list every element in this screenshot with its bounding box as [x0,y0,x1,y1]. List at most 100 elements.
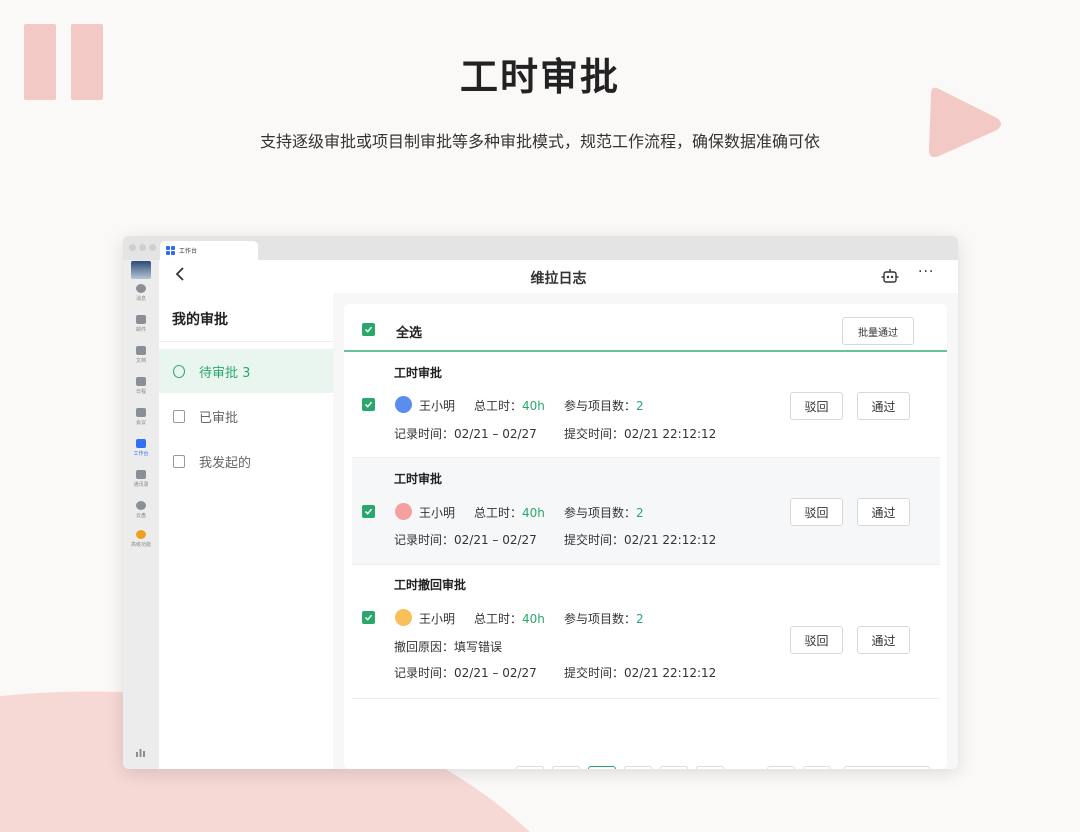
select-all-checkbox[interactable] [362,323,375,336]
pagination-prev[interactable] [516,766,544,769]
rail-item-premium[interactable]: 高级功能 [123,530,159,548]
chat-icon [136,284,146,293]
record-time: 记录时间：02/21 – 02/27 [394,427,537,441]
approval-card: 工时审批 王小明 总工时：40h 参与项目数：2 记录时间：02/21 – 02… [352,352,940,458]
stats-icon[interactable] [136,748,145,757]
submit-time: 提交时间：02/21 22:12:12 [564,666,717,680]
premium-icon [136,530,146,539]
rail-label: 消息 [135,296,146,302]
batch-approve-button[interactable]: 批量通过 [842,317,914,345]
pagination-size[interactable] [803,766,831,769]
rail-label: 工作台 [133,451,149,457]
approve-button[interactable]: 通过 [857,392,910,420]
check-icon [364,508,373,515]
tab-label: 工作台 [179,248,198,255]
window-titlebar: 工作台 [123,236,958,260]
rail-label: 文档 [135,358,146,364]
applicant-name: 王小明 [419,399,456,413]
submit-time: 提交时间：02/21 22:12:12 [564,427,717,441]
avatar [395,503,412,520]
avatar [395,396,412,413]
reject-button[interactable]: 驳回 [790,498,843,526]
doc-send-icon [173,454,185,468]
grid-icon [166,246,175,255]
page-title: 维拉日志 [530,271,587,287]
applicant-name: 王小明 [419,612,456,626]
hero-title: 工时审批 [459,55,620,99]
reject-button[interactable]: 驳回 [790,626,843,654]
approve-button[interactable]: 通过 [857,626,910,654]
pagination-page[interactable] [552,766,580,769]
rail-item-meeting[interactable]: 会议 [123,408,159,426]
pagination-page[interactable] [624,766,652,769]
project-count: 参与项目数：2 [564,399,644,413]
contacts-icon [136,470,146,479]
app-main: 维拉日志 ··· 我的审批 待审批 3 已审批 我发起的 全选 批量通过 工时审… [159,260,958,769]
pagination-jump[interactable] [844,766,930,769]
doc-check-icon [173,409,185,423]
hero-subtitle: 支持逐级审批或项目制审批等多种审批模式，规范工作流程，确保数据准确可依 [259,132,820,151]
app-window: 工作台 消息 邮件 文档 日程 会议 工作台 通讯录 云盘 高级功能 维拉日志 … [123,236,958,769]
rail-item-calendar[interactable]: 日程 [123,377,159,395]
applicant-name: 王小明 [419,506,456,520]
doc-icon [136,346,146,355]
divider [159,341,333,342]
approval-list-panel: 全选 批量通过 工时审批 王小明 总工时：40h 参与项目数：2 记录时间：02… [344,304,947,769]
sidebar-item-initiated[interactable]: 我发起的 [159,439,333,483]
check-icon [364,401,373,408]
rail-item-workbench[interactable]: 工作台 [123,439,159,457]
calendar-icon [136,377,146,386]
rail-label: 会议 [135,420,146,426]
rail-item-messages[interactable]: 消息 [123,284,159,302]
row-checkbox[interactable] [362,505,375,518]
card-title: 工时撤回审批 [394,578,467,592]
robot-icon[interactable] [881,268,899,284]
tab-workbench[interactable]: 工作台 [160,241,258,260]
total-hours: 总工时：40h [474,399,545,413]
approval-card: 工时撤回审批 王小明 总工时：40h 参与项目数：2 撤回原因：填写错误 记录时… [352,565,940,699]
record-time: 记录时间：02/21 – 02/27 [394,533,537,547]
avatar[interactable] [131,261,151,279]
pagination-page[interactable] [696,766,724,769]
rail-item-cloud[interactable]: 云盘 [123,501,159,519]
more-menu-button[interactable]: ··· [918,264,934,280]
row-checkbox[interactable] [362,611,375,624]
window-zoom-button[interactable] [149,244,156,251]
check-icon [364,614,373,621]
rail-label: 高级功能 [130,542,151,548]
app-header: 维拉日志 ··· [159,260,958,293]
withdraw-reason: 撤回原因：填写错误 [394,640,503,654]
rail-label: 通讯录 [133,482,149,488]
window-minimize-button[interactable] [139,244,146,251]
card-title: 工时审批 [394,366,443,380]
rail-item-mail[interactable]: 邮件 [123,315,159,333]
rail-label: 日程 [135,389,146,395]
reject-button[interactable]: 驳回 [790,392,843,420]
pagination-page-active[interactable] [588,766,616,769]
window-close-button[interactable] [129,244,136,251]
rail-label: 云盘 [135,513,146,519]
rail-item-docs[interactable]: 文档 [123,346,159,364]
record-time: 记录时间：02/21 – 02/27 [394,666,537,680]
meeting-icon [136,408,146,417]
submit-time: 提交时间：02/21 22:12:12 [564,533,717,547]
sidebar-item-pending[interactable]: 待审批 3 [159,349,333,393]
approve-button[interactable]: 通过 [857,498,910,526]
rail-label: 邮件 [135,327,146,333]
sidebar-item-label: 已审批 [199,410,239,426]
select-all-label: 全选 [396,326,423,341]
sidebar-title: 我的审批 [172,312,228,328]
row-checkbox[interactable] [362,398,375,411]
total-hours: 总工时：40h [474,506,545,520]
pagination-page[interactable] [660,766,688,769]
check-icon [364,326,373,333]
sidebar-item-approved[interactable]: 已审批 [159,394,333,438]
approval-sidebar: 我的审批 待审批 3 已审批 我发起的 [159,293,333,769]
clock-icon [173,364,185,378]
project-count: 参与项目数：2 [564,612,644,626]
rail-item-contacts[interactable]: 通讯录 [123,470,159,488]
project-count: 参与项目数：2 [564,506,644,520]
total-hours: 总工时：40h [474,612,545,626]
cloud-icon [136,501,146,510]
pagination-next[interactable] [767,766,795,769]
